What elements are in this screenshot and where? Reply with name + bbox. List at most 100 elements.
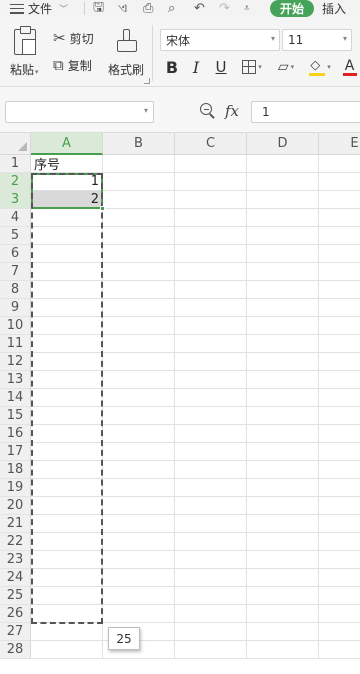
cell-e25[interactable]	[319, 587, 360, 605]
cell-e12[interactable]	[319, 353, 360, 371]
cell-e20[interactable]	[319, 497, 360, 515]
cell-b6[interactable]	[103, 245, 175, 263]
cell-d4[interactable]	[247, 209, 319, 227]
row-header-21[interactable]: 21	[0, 515, 31, 533]
cell-e28[interactable]	[319, 641, 360, 659]
tab-start[interactable]: 开始	[270, 0, 314, 17]
cell-c15[interactable]	[175, 407, 247, 425]
copy-button[interactable]: ⧉ 复制	[53, 57, 92, 74]
cell-a23[interactable]	[31, 551, 103, 569]
cell-c14[interactable]	[175, 389, 247, 407]
row-header-23[interactable]: 23	[0, 551, 31, 569]
cell-e27[interactable]	[319, 623, 360, 641]
column-header-b[interactable]: B	[103, 133, 175, 155]
cell-b3[interactable]	[103, 191, 175, 209]
row-header-24[interactable]: 24	[0, 569, 31, 587]
cell-b15[interactable]	[103, 407, 175, 425]
cell-c20[interactable]	[175, 497, 247, 515]
cell-a4[interactable]	[31, 209, 103, 227]
cell-b25[interactable]	[103, 587, 175, 605]
cell-e16[interactable]	[319, 425, 360, 443]
cell-e8[interactable]	[319, 281, 360, 299]
fill-color-button[interactable]: ◇ ▾	[305, 56, 335, 78]
column-header-c[interactable]: C	[175, 133, 247, 155]
cell-d13[interactable]	[247, 371, 319, 389]
cell-e21[interactable]	[319, 515, 360, 533]
cell-c9[interactable]	[175, 299, 247, 317]
cell-b16[interactable]	[103, 425, 175, 443]
cell-d27[interactable]	[247, 623, 319, 641]
cell-b14[interactable]	[103, 389, 175, 407]
row-header-15[interactable]: 15	[0, 407, 31, 425]
cell-e18[interactable]	[319, 461, 360, 479]
cell-b24[interactable]	[103, 569, 175, 587]
cell-d1[interactable]	[247, 155, 319, 173]
cell-c2[interactable]	[175, 173, 247, 191]
cell-d19[interactable]	[247, 479, 319, 497]
cell-c17[interactable]	[175, 443, 247, 461]
format-painter-quick-icon[interactable]: ଏ	[118, 0, 127, 17]
cell-e24[interactable]	[319, 569, 360, 587]
cell-b2[interactable]	[103, 173, 175, 191]
tab-insert[interactable]: 插入	[322, 0, 346, 17]
cell-c21[interactable]	[175, 515, 247, 533]
cut-button[interactable]: ✂ 剪切	[53, 30, 94, 47]
cell-a2[interactable]: 1	[31, 173, 103, 191]
column-header-e[interactable]: E	[319, 133, 360, 155]
font-name-select[interactable]: 宋体 ▾	[160, 29, 280, 51]
print-preview-icon[interactable]: ⌕	[168, 0, 175, 17]
borders-button[interactable]: ▾	[237, 56, 267, 78]
cell-c5[interactable]	[175, 227, 247, 245]
cell-a17[interactable]	[31, 443, 103, 461]
font-color-button[interactable]: A	[339, 56, 360, 78]
row-header-18[interactable]: 18	[0, 461, 31, 479]
cell-c4[interactable]	[175, 209, 247, 227]
cell-a3[interactable]: 2	[31, 191, 103, 209]
select-all-corner[interactable]	[0, 133, 31, 155]
cell-e17[interactable]	[319, 443, 360, 461]
cell-a26[interactable]	[31, 605, 103, 623]
cell-c24[interactable]	[175, 569, 247, 587]
cell-a19[interactable]	[31, 479, 103, 497]
cell-d21[interactable]	[247, 515, 319, 533]
cell-e2[interactable]	[319, 173, 360, 191]
cell-a24[interactable]	[31, 569, 103, 587]
spreadsheet-grid[interactable]: A B C D E 1 序号 2 1 3 2 4 5 6 7 8 9 10 11 12 13 14 15 16 17 18 19 20…	[0, 133, 360, 674]
cell-b7[interactable]	[103, 263, 175, 281]
cell-e15[interactable]	[319, 407, 360, 425]
cell-a11[interactable]	[31, 335, 103, 353]
cell-c7[interactable]	[175, 263, 247, 281]
cell-b9[interactable]	[103, 299, 175, 317]
cell-a8[interactable]	[31, 281, 103, 299]
cell-a12[interactable]	[31, 353, 103, 371]
cell-b18[interactable]	[103, 461, 175, 479]
bold-button[interactable]: B	[163, 56, 181, 78]
row-header-14[interactable]: 14	[0, 389, 31, 407]
row-header-3[interactable]: 3	[0, 191, 31, 209]
cell-e10[interactable]	[319, 317, 360, 335]
cell-e26[interactable]	[319, 605, 360, 623]
row-header-11[interactable]: 11	[0, 335, 31, 353]
cell-b26[interactable]	[103, 605, 175, 623]
insert-function-button[interactable]: fx	[225, 102, 239, 120]
cell-d10[interactable]	[247, 317, 319, 335]
cell-d9[interactable]	[247, 299, 319, 317]
row-header-20[interactable]: 20	[0, 497, 31, 515]
cell-d25[interactable]	[247, 587, 319, 605]
row-header-22[interactable]: 22	[0, 533, 31, 551]
row-header-16[interactable]: 16	[0, 425, 31, 443]
column-header-d[interactable]: D	[247, 133, 319, 155]
cell-d5[interactable]	[247, 227, 319, 245]
cell-c26[interactable]	[175, 605, 247, 623]
cell-d3[interactable]	[247, 191, 319, 209]
cell-a6[interactable]	[31, 245, 103, 263]
cell-d23[interactable]	[247, 551, 319, 569]
redo-icon[interactable]: ↷	[219, 0, 230, 17]
row-header-2[interactable]: 2	[0, 173, 31, 191]
cell-c25[interactable]	[175, 587, 247, 605]
italic-button[interactable]: I	[188, 56, 204, 78]
cell-c6[interactable]	[175, 245, 247, 263]
cell-a25[interactable]	[31, 587, 103, 605]
customize-toolbar-icon[interactable]: ⩡	[244, 0, 250, 17]
cell-style-button[interactable]: ▱ ▾	[271, 56, 301, 78]
